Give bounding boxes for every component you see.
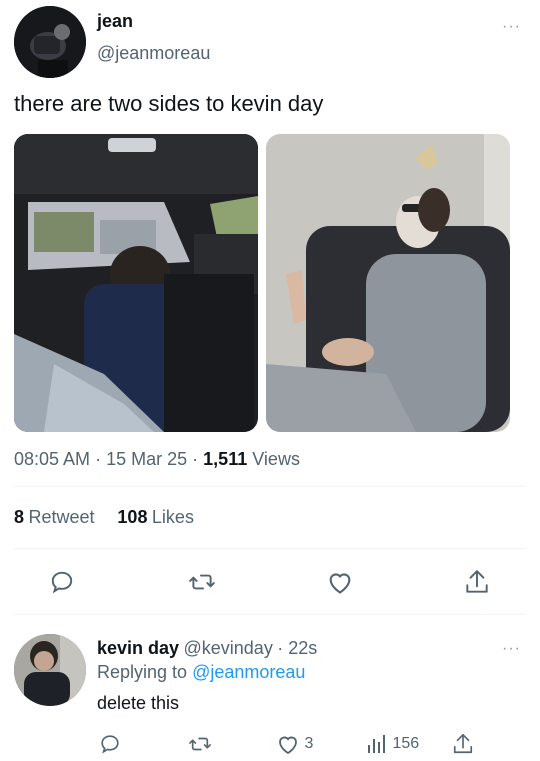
reply-retweet-icon[interactable] — [188, 733, 212, 760]
reply-icon[interactable] — [49, 569, 75, 600]
tweet-photo-car[interactable] — [14, 134, 258, 432]
reply-reply-icon[interactable] — [99, 733, 121, 760]
like-icon[interactable] — [326, 569, 354, 600]
tweet-meta: 08:05 AM · 15 Mar 25 · 1,511 Views — [14, 449, 300, 470]
author-avatar[interactable] — [14, 6, 86, 78]
likes-label[interactable]: Likes — [152, 507, 194, 527]
views-chart-icon — [368, 735, 385, 753]
reply-views-count: 156 — [392, 735, 420, 752]
retweets-count[interactable]: 8 — [14, 507, 24, 527]
stats-row: 8 Retweet 108 Likes — [14, 507, 194, 528]
author-handle[interactable]: @jeanmoreau — [97, 43, 210, 64]
reply-time[interactable]: · 22s — [277, 638, 317, 658]
views-label: Views — [252, 449, 300, 469]
more-options-icon[interactable]: ··· — [502, 18, 521, 36]
reply-like-icon[interactable] — [276, 733, 300, 755]
replying-to: Replying to @jeanmoreau — [97, 662, 305, 683]
meta-separator: · — [95, 449, 102, 469]
reply-author-name[interactable]: kevin day — [97, 638, 179, 658]
reply-views[interactable]: 156 — [366, 733, 419, 755]
reply-text: delete this — [97, 693, 180, 713]
tweet-text: there are two sides to kevin day — [14, 91, 324, 116]
reply-share-icon[interactable] — [452, 732, 474, 761]
divider — [14, 548, 526, 549]
divider — [14, 614, 526, 615]
tweet-photo-couch[interactable] — [266, 134, 510, 432]
share-icon[interactable] — [464, 568, 490, 601]
reply-author-avatar[interactable] — [14, 634, 86, 706]
divider — [14, 486, 526, 487]
tweet-date: 15 Mar 25 — [106, 449, 188, 469]
reply-like[interactable]: 3 — [276, 733, 313, 755]
author-name[interactable]: jean — [97, 11, 133, 32]
views-count: 1,511 — [203, 449, 248, 469]
reply-like-count: 3 — [304, 735, 314, 752]
likes-count[interactable]: 108 — [117, 507, 147, 527]
retweet-icon[interactable] — [188, 569, 216, 600]
tweet-time: 08:05 AM — [14, 449, 91, 469]
reply-header: kevin day @kevinday · 22s — [97, 638, 317, 659]
retweets-label[interactable]: Retweet — [28, 507, 94, 527]
meta-separator: · — [192, 449, 199, 469]
reply-more-options-icon[interactable]: ··· — [502, 640, 521, 658]
replying-to-label: Replying to — [97, 662, 188, 682]
reply-author-handle[interactable]: @kevinday — [184, 638, 273, 658]
replying-to-handle[interactable]: @jeanmoreau — [192, 662, 305, 682]
